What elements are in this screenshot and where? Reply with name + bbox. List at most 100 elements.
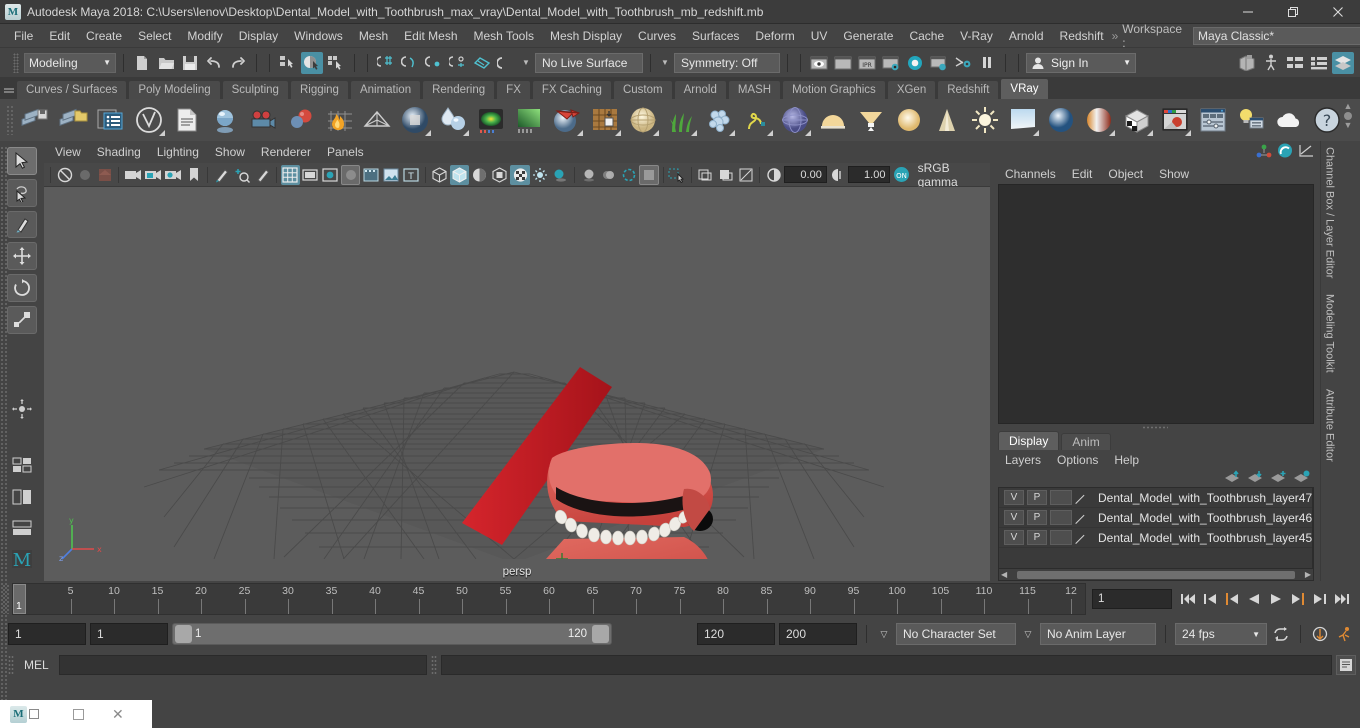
shelf-tab-fx-caching[interactable]: FX Caching: [531, 80, 612, 99]
animation-preferences-icon[interactable]: [1334, 623, 1354, 645]
restore-button[interactable]: [1270, 0, 1315, 24]
vray-dome-light-icon[interactable]: [778, 103, 812, 137]
image-plane-icon[interactable]: [381, 165, 400, 185]
menu-overflow-icon[interactable]: »: [1112, 29, 1119, 43]
film-gate-icon[interactable]: [301, 165, 320, 185]
character-set-chevron-icon[interactable]: ▽: [876, 629, 892, 640]
gamma-icon[interactable]: [828, 165, 847, 185]
vray-gradient-icon[interactable]: [512, 103, 546, 137]
anim-layer-select[interactable]: No Anim Layer: [1040, 623, 1156, 645]
viewport-menu-show[interactable]: Show: [208, 143, 252, 161]
menu-vray[interactable]: V-Ray: [952, 26, 1001, 46]
pause-render-icon[interactable]: [976, 52, 998, 74]
camera-icon[interactable]: [123, 165, 142, 185]
script-editor-icon[interactable]: [1336, 655, 1356, 675]
scrollbar-thumb[interactable]: [1017, 570, 1295, 579]
move-tool[interactable]: [7, 242, 37, 271]
attribute-editor-icon[interactable]: [1308, 52, 1330, 74]
menu-mesh[interactable]: Mesh: [351, 26, 396, 46]
menu-file[interactable]: File: [6, 26, 41, 46]
step-back-frame-icon[interactable]: [1222, 588, 1242, 610]
xray-joints-icon[interactable]: [716, 165, 735, 185]
table-row[interactable]: V P Dental_Model_with_Toothbrush_layer47: [999, 488, 1313, 508]
help-menu[interactable]: Help: [1107, 452, 1146, 468]
xray-active-components-icon[interactable]: [736, 165, 755, 185]
time-cursor[interactable]: 1: [13, 584, 26, 614]
viewport-menu-lighting[interactable]: Lighting: [150, 143, 206, 161]
camera-lock-icon[interactable]: [144, 165, 163, 185]
sign-in-button[interactable]: Sign In ▼: [1026, 52, 1136, 73]
snap-point-icon[interactable]: [423, 52, 445, 74]
rail-label-attribute-editor[interactable]: Attribute Editor: [1324, 389, 1336, 462]
vray-cloud-icon[interactable]: [1272, 103, 1306, 137]
vray-infinite-plane-icon[interactable]: [588, 103, 622, 137]
menu-curves[interactable]: Curves: [630, 26, 684, 46]
layout-persp-outliner-icon[interactable]: [7, 483, 37, 511]
channel-box-icon[interactable]: [1256, 144, 1272, 161]
grease-pencil-icon[interactable]: [212, 165, 231, 185]
close-window-button[interactable]: ✕: [112, 700, 124, 728]
menu-mesh-tools[interactable]: Mesh Tools: [466, 26, 542, 46]
new-layer-icon[interactable]: [1270, 470, 1287, 486]
scrollbar-thumb[interactable]: [1313, 509, 1314, 535]
shelf-tab-fx[interactable]: FX: [496, 80, 531, 99]
color-management-toggle-icon[interactable]: ON: [891, 165, 910, 185]
menu-windows[interactable]: Windows: [286, 26, 351, 46]
texture-checker-icon[interactable]: [510, 164, 530, 185]
vray-log-icon[interactable]: [170, 103, 204, 137]
range-end-handle[interactable]: [592, 625, 609, 643]
bookmark-icon[interactable]: [184, 165, 203, 185]
vray-save-as-icon[interactable]: [56, 103, 90, 137]
snap-projected-center-icon[interactable]: [447, 52, 469, 74]
move-layer-up-icon[interactable]: [1224, 470, 1241, 486]
rail-label-modeling-toolkit[interactable]: Modeling Toolkit: [1324, 294, 1336, 373]
book-camera-icon[interactable]: [95, 165, 114, 185]
open-scene-icon[interactable]: [155, 52, 177, 74]
shelf-tab-sculpting[interactable]: Sculpting: [221, 80, 289, 99]
add-keyframe-icon[interactable]: [232, 165, 251, 185]
multisample-aa-icon[interactable]: [619, 165, 638, 185]
gate-mask-icon[interactable]: [341, 164, 361, 185]
shelf-scroll-up-icon[interactable]: ▲: [1344, 102, 1353, 111]
character-set-select[interactable]: No Character Set: [896, 623, 1016, 645]
vray-sky-icon[interactable]: [1006, 103, 1040, 137]
layer-color-swatch[interactable]: [1050, 490, 1072, 505]
playback-start-time-field[interactable]: 1: [90, 623, 168, 645]
layer-color-swatch[interactable]: [1050, 530, 1072, 545]
vray-blend-material-icon[interactable]: [1082, 103, 1116, 137]
menu-arnold[interactable]: Arnold: [1001, 26, 1052, 46]
move-layer-down-icon[interactable]: [1247, 470, 1264, 486]
vray-camera-icon[interactable]: [246, 103, 280, 137]
vray-fire-icon[interactable]: [322, 103, 356, 137]
playback-end-time-field[interactable]: 120: [697, 623, 775, 645]
smooth-shade-icon[interactable]: [449, 164, 470, 185]
viewport-menu-shading[interactable]: Shading: [90, 143, 148, 161]
symmetry-chevron-icon[interactable]: ▼: [658, 58, 672, 67]
layer-visibility-toggle[interactable]: V: [1004, 530, 1024, 545]
isolate-select-icon[interactable]: [668, 165, 687, 185]
menu-edit[interactable]: Edit: [41, 26, 78, 46]
play-backwards-icon[interactable]: [1244, 588, 1264, 610]
layers-icon[interactable]: [1332, 51, 1354, 74]
shelf-scroll-controls[interactable]: ▲ ▼: [1340, 102, 1356, 130]
edit-menu[interactable]: Edit: [1065, 165, 1100, 183]
rail-label-channel-box[interactable]: Channel Box / Layer Editor: [1324, 147, 1336, 278]
menu-display[interactable]: Display: [231, 26, 286, 46]
layer-playback-toggle[interactable]: P: [1027, 490, 1047, 505]
time-slider[interactable]: 1 5 10 15 20 25 30 35 40 45 50 55 60 65 70 75 80 85 90 95 1…: [12, 583, 1086, 615]
hud-text-icon[interactable]: T: [402, 165, 421, 185]
vray-volume-grid-icon[interactable]: [474, 103, 508, 137]
camera-settings-icon[interactable]: [164, 165, 183, 185]
new-layer-from-selected-icon[interactable]: [1293, 470, 1310, 486]
motion-blur-icon[interactable]: [599, 165, 618, 185]
shelf-tab-curves-surfaces[interactable]: Curves / Surfaces: [16, 80, 128, 99]
layers-menu[interactable]: Layers: [998, 452, 1048, 468]
wireframe-icon[interactable]: [430, 165, 449, 185]
shadows-icon[interactable]: [551, 165, 570, 185]
viewport-menu-panels[interactable]: Panels: [320, 143, 371, 161]
menu-surfaces[interactable]: Surfaces: [684, 26, 747, 46]
select-tool[interactable]: [7, 147, 37, 175]
shelf-tab-animation[interactable]: Animation: [349, 80, 422, 99]
workspace-select[interactable]: Maya Classic* ▼: [1193, 26, 1360, 45]
menu-redshift[interactable]: Redshift: [1052, 26, 1112, 46]
